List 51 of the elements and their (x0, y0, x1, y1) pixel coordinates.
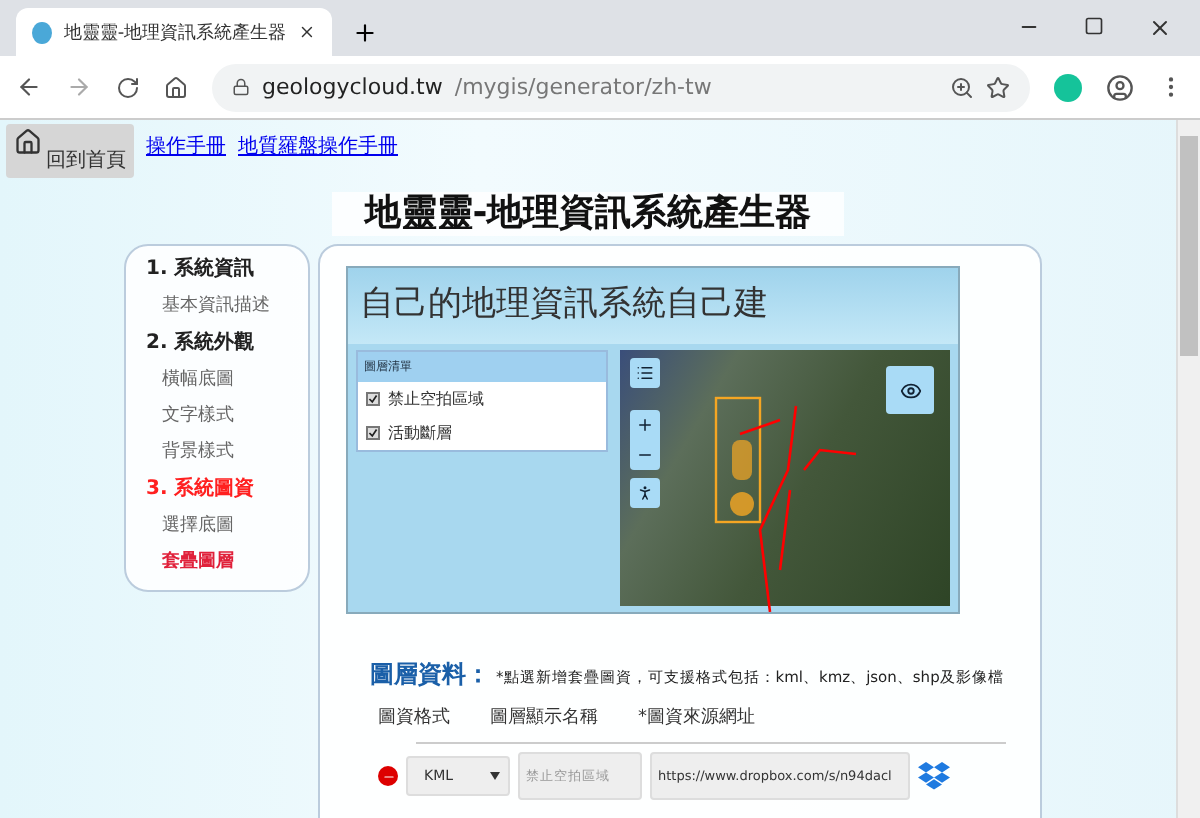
layer-checkbox[interactable] (366, 392, 380, 406)
caret-icon (490, 772, 500, 780)
nav-section[interactable]: 2. 系統外觀 (146, 328, 308, 356)
tab-title: 地靈靈-地理資訊系統產生器 (63, 21, 287, 45)
column-header: 圖層顯示名稱 (490, 705, 598, 730)
nav-item[interactable]: 選擇底圖 (146, 512, 308, 538)
zoom-in-icon[interactable] (636, 416, 654, 434)
section-label: 圖層資料： (370, 658, 490, 692)
zoom-control[interactable] (630, 410, 660, 470)
home-icon[interactable] (164, 75, 188, 99)
zoom-icon[interactable] (950, 75, 974, 99)
profile-icon[interactable] (1106, 73, 1134, 101)
reload-icon[interactable] (116, 75, 140, 99)
bookmark-star-icon[interactable] (986, 75, 1010, 99)
new-tab-icon[interactable] (352, 20, 378, 46)
scrollbar-thumb[interactable] (1180, 136, 1198, 356)
nav-item[interactable]: 基本資訊描述 (146, 292, 308, 318)
person-icon (636, 484, 654, 502)
browser-tab[interactable]: 地靈靈-地理資訊系統產生器 (16, 8, 332, 56)
nav-item[interactable]: 背景樣式 (146, 438, 308, 464)
nav-item[interactable]: 文字樣式 (146, 402, 308, 428)
eye-icon (899, 379, 921, 401)
home-button[interactable]: 回到首頁 (6, 124, 134, 178)
column-header: *圖資來源網址 (638, 705, 755, 730)
layer-label: 禁止空拍區域 (388, 388, 484, 410)
remove-icon[interactable] (378, 766, 398, 786)
back-icon[interactable] (16, 74, 42, 100)
view-toggle-button[interactable] (886, 366, 934, 414)
close-icon[interactable] (1148, 16, 1172, 40)
url-path: /mygis/generator/zh-tw (454, 74, 714, 100)
layer-label: 活動斷層 (388, 422, 452, 444)
list-icon (636, 364, 654, 382)
manual-link[interactable]: 操作手冊 (146, 132, 226, 160)
layer-list-button[interactable] (630, 358, 660, 388)
close-icon[interactable] (298, 22, 316, 42)
page-title: 地靈靈-地理資訊系統產生器 (332, 192, 844, 236)
nav-section[interactable]: 3. 系統圖資 (146, 474, 308, 502)
dropbox-icon (918, 762, 950, 790)
lock-icon (232, 78, 250, 96)
nav-item[interactable]: 橫幅底圖 (146, 366, 308, 392)
site-icon (32, 21, 52, 43)
preview-title: 自己的地理資訊系統自己建 (348, 268, 958, 344)
manual-link[interactable]: 地質羅盤操作手冊 (238, 132, 398, 160)
street-view-button[interactable] (630, 478, 660, 508)
maximize-icon[interactable] (1084, 16, 1104, 36)
column-header: 圖資格式 (378, 705, 450, 730)
nav-section[interactable]: 1. 系統資訊 (146, 254, 308, 282)
url-host: geologycloud.tw (262, 74, 443, 100)
layer-checkbox[interactable] (366, 426, 380, 440)
address-bar[interactable]: geologycloud.tw /mygis/generator/zh-tw (212, 63, 1030, 111)
nav-item[interactable]: 套疊圖層 (146, 548, 308, 574)
